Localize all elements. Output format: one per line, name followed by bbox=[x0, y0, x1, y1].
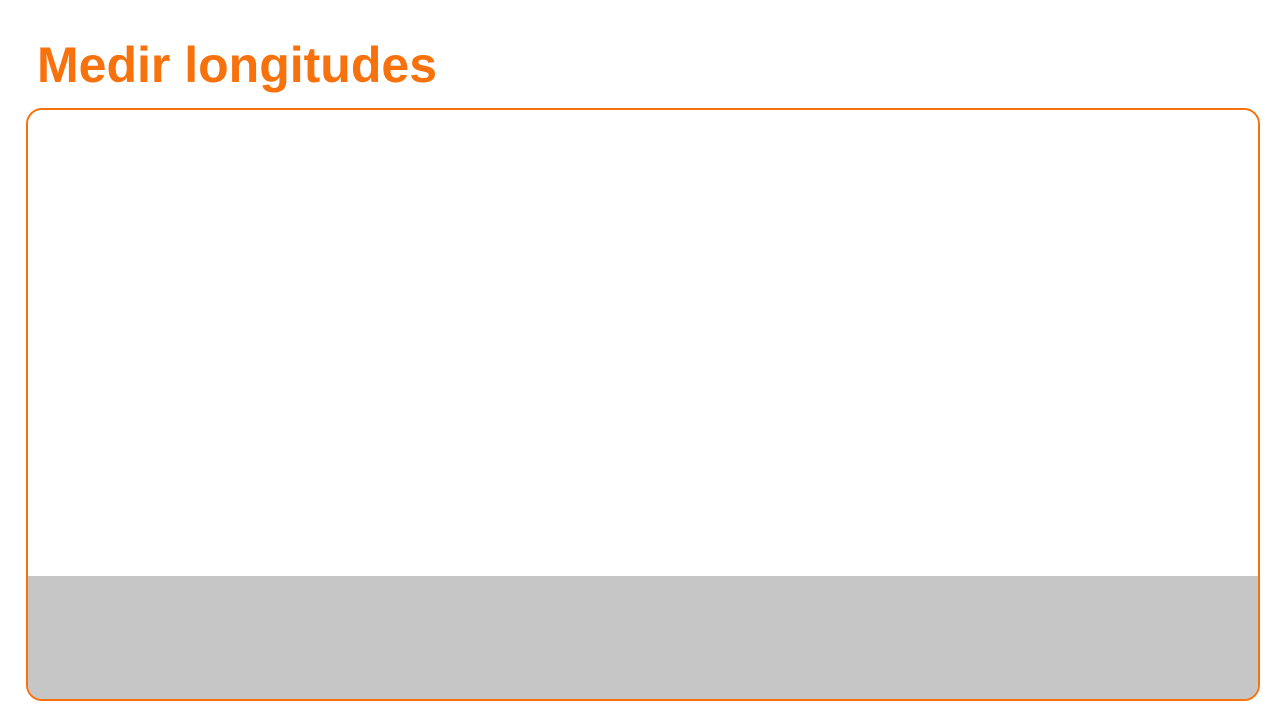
ground-strip bbox=[28, 576, 1258, 699]
activity-area bbox=[28, 110, 1258, 576]
page-title: Medir longitudes bbox=[37, 37, 437, 93]
slide: Medir longitudes bbox=[0, 0, 1280, 721]
content-frame bbox=[26, 108, 1260, 701]
